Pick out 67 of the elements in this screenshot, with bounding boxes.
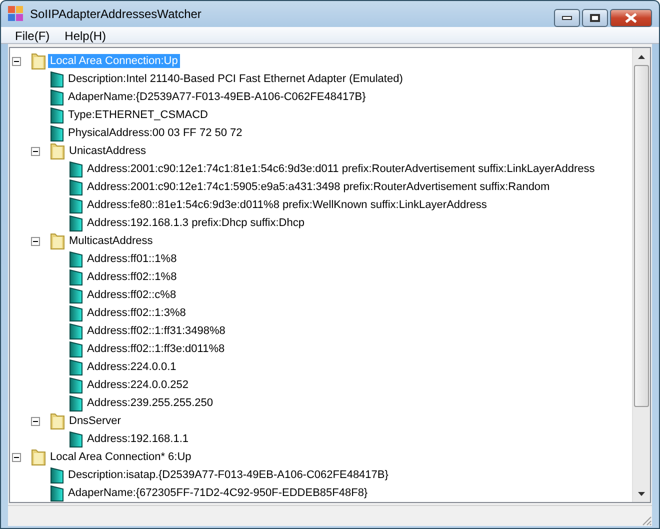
close-icon (625, 13, 637, 23)
scroll-thumb[interactable] (634, 65, 649, 407)
folder-icon (50, 142, 65, 160)
document-icon (69, 250, 83, 268)
document-icon (69, 160, 83, 178)
collapse-button[interactable] (12, 56, 21, 66)
scroll-down-icon[interactable] (638, 492, 645, 496)
document-icon (50, 484, 64, 502)
tree-item[interactable]: Address:fe80::81e1:54c6:9d3e:d011%8 prefix:WellKnown suffix:LinkLayerAddress (85, 198, 489, 212)
vertical-scrollbar[interactable] (632, 48, 650, 502)
tree-item[interactable]: AdaperName:{672305FF-71D2-4C92-950F-EDDEB85F48F8} (66, 486, 370, 500)
menu-item[interactable]: Help(H) (58, 27, 114, 43)
tree-item[interactable]: Address:ff02::1:ff31:3498%8 (85, 324, 228, 338)
tree-item[interactable]: Description:Intel 21140-Based PCI Fast Ethernet Adapter (Emulated) (66, 72, 405, 86)
tree-item[interactable]: Address:2001:c90:12e1:74c1:81e1:54c6:9d3e:d011 prefix:RouterAdvertisement suffix:LinkLayerAddress (85, 162, 597, 176)
menu-item[interactable]: File(F) (8, 27, 58, 43)
scroll-up-icon[interactable] (638, 54, 645, 58)
tree-item[interactable]: UnicastAddress (67, 144, 148, 158)
document-icon (50, 70, 64, 88)
document-icon (69, 394, 83, 412)
folder-icon (50, 232, 65, 250)
tree-item[interactable]: Local Area Connection* 6:Up (48, 450, 194, 464)
folder-icon (31, 448, 46, 466)
document-icon (69, 340, 83, 358)
tree-item[interactable]: AdaperName:{D2539A77-F013-49EB-A106-C062FE48417B} (66, 90, 368, 104)
window-title: SoIIPAdapterAddressesWatcher (30, 7, 202, 21)
close-button[interactable] (610, 9, 652, 27)
folder-icon (31, 52, 46, 70)
document-icon (69, 178, 83, 196)
document-icon (69, 286, 83, 304)
collapse-button[interactable] (31, 416, 40, 426)
tree-item[interactable]: Address:224.0.0.252 (85, 378, 191, 392)
document-icon (69, 376, 83, 394)
tree-item[interactable]: Address:224.0.0.1 (85, 360, 178, 374)
document-icon (69, 322, 83, 340)
resize-grip-icon[interactable] (640, 514, 652, 526)
document-icon (69, 358, 83, 376)
tree-item[interactable]: Address:ff02::1%8 (85, 270, 179, 284)
document-icon (69, 304, 83, 322)
app-icon (8, 6, 24, 22)
collapse-button[interactable] (12, 452, 21, 462)
tree-item[interactable]: Address:ff02::1:ff3e:d011%8 (85, 342, 227, 356)
document-icon (50, 106, 64, 124)
tree-item[interactable]: DnsServer (67, 414, 123, 428)
document-icon (50, 88, 64, 106)
document-icon (69, 268, 83, 286)
tree-item[interactable]: Address:239.255.255.250 (85, 396, 215, 410)
collapse-button[interactable] (31, 236, 40, 246)
tree-item[interactable]: Address:192.168.1.3 prefix:Dhcp suffix:Dhcp (85, 216, 306, 230)
tree-item[interactable]: Description:isatap.{D2539A77-F013-49EB-A106-C062FE48417B} (66, 468, 390, 482)
document-icon (69, 430, 83, 448)
minimize-button[interactable] (554, 9, 580, 27)
tree-item[interactable]: Address:ff02::c%8 (85, 288, 178, 302)
tree-item[interactable]: Type:ETHERNET_CSMACD (66, 108, 210, 122)
maximize-button[interactable] (582, 9, 608, 27)
folder-icon (50, 412, 65, 430)
tree-item[interactable]: MulticastAddress (67, 234, 155, 248)
tree-item[interactable]: PhysicalAddress:00 03 FF 72 50 72 (66, 126, 244, 140)
collapse-button[interactable] (31, 146, 40, 156)
document-icon (69, 196, 83, 214)
tree-item[interactable]: Address:2001:c90:12e1:74c1:5905:e9a5:a431:3498 prefix:RouterAdvertisement suffix:Random (85, 180, 552, 194)
tree-item[interactable]: Address:ff02::1:3%8 (85, 306, 188, 320)
document-icon (50, 124, 64, 142)
tree-item[interactable]: Address:ff01::1%8 (85, 252, 179, 266)
document-icon (50, 466, 64, 484)
tree-item[interactable]: Address:192.168.1.1 (85, 432, 191, 446)
document-icon (69, 214, 83, 232)
